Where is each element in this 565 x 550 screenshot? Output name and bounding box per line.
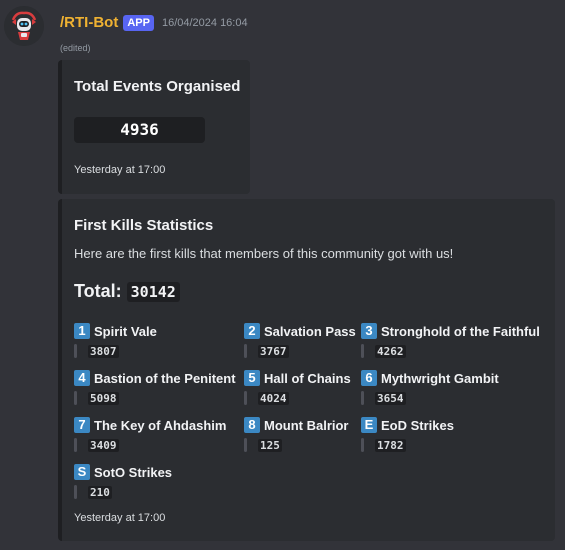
quote-bar [361, 344, 364, 358]
quote-bar [74, 485, 77, 499]
field-mount-balrior: 8 Mount Balrior 125 [244, 416, 349, 452]
bot-avatar[interactable] [4, 6, 44, 46]
field-name: Mount Balrior [264, 417, 349, 433]
keycap-1-icon: 1 [74, 323, 90, 339]
message-header: /RTI-Bot APP 16/04/2024 16:04 [60, 14, 248, 31]
keycap-6-icon: 6 [361, 370, 377, 386]
kills-embed-footer: Yesterday at 17:00 [74, 512, 166, 524]
field-value: 4024 [258, 391, 289, 405]
field-value: 5098 [88, 391, 119, 405]
robot-avatar-icon [4, 6, 44, 46]
events-count-codeblock: 4936 [74, 117, 205, 143]
field-name: SotO Strikes [94, 464, 173, 480]
quote-bar [361, 391, 364, 405]
kills-embed-title: First Kills Statistics [74, 217, 214, 234]
field-value: 3807 [88, 344, 119, 358]
quote-bar [244, 391, 247, 405]
field-name: Bastion of the Penitent [94, 370, 236, 386]
quote-bar [74, 344, 77, 358]
events-embed-footer: Yesterday at 17:00 [74, 164, 166, 176]
quote-bar [74, 391, 77, 405]
keycap-3-icon: 3 [361, 323, 377, 339]
keycap-2-icon: 2 [244, 323, 260, 339]
field-value: 3767 [258, 344, 289, 358]
field-name: Spirit Vale [94, 323, 157, 339]
keycap-5-icon: 5 [244, 370, 260, 386]
regional-e-icon: E [361, 417, 377, 433]
field-value: 3654 [375, 391, 406, 405]
events-embed-title: Total Events Organised [74, 78, 241, 95]
kills-embed-description: Here are the first kills that members of… [74, 246, 454, 261]
quote-bar [244, 344, 247, 358]
total-line: Total: 30142 [74, 281, 180, 302]
field-value: 125 [258, 438, 282, 452]
field-eod-strikes: E EoD Strikes 1782 [361, 416, 454, 452]
field-value: 4262 [375, 344, 406, 358]
keycap-4-icon: 4 [74, 370, 90, 386]
kills-embed: First Kills Statistics Here are the firs… [58, 199, 555, 541]
quote-bar [361, 438, 364, 452]
field-name: Stronghold of the Faithful [381, 323, 540, 339]
regional-s-icon: S [74, 464, 90, 480]
app-badge: APP [123, 14, 154, 31]
field-stronghold-of-the-faithful: 3 Stronghold of the Faithful 4262 [361, 322, 540, 358]
field-soto-strikes: S SotO Strikes 210 [74, 463, 172, 499]
field-spirit-vale: 1 Spirit Vale 3807 [74, 322, 157, 358]
field-name: EoD Strikes [381, 417, 454, 433]
field-name: The Key of Ahdashim [94, 417, 227, 433]
field-value: 1782 [375, 438, 406, 452]
field-salvation-pass: 2 Salvation Pass 3767 [244, 322, 356, 358]
field-name: Mythwright Gambit [381, 370, 499, 386]
message-timestamp[interactable]: 16/04/2024 16:04 [162, 17, 248, 29]
keycap-8-icon: 8 [244, 417, 260, 433]
total-value: 30142 [126, 281, 180, 302]
field-the-key-of-ahdashim: 7 The Key of Ahdashim 3409 [74, 416, 226, 452]
field-value: 210 [88, 485, 112, 499]
username[interactable]: /RTI-Bot [60, 14, 118, 31]
quote-bar [244, 438, 247, 452]
events-embed: Total Events Organised 4936 Yesterday at… [58, 60, 250, 194]
quote-bar [74, 438, 77, 452]
total-label: Total: [74, 281, 122, 301]
field-name: Hall of Chains [264, 370, 351, 386]
field-bastion-of-the-penitent: 4 Bastion of the Penitent 5098 [74, 369, 236, 405]
field-hall-of-chains: 5 Hall of Chains 4024 [244, 369, 351, 405]
field-value: 3409 [88, 438, 119, 452]
edited-label: (edited) [60, 43, 91, 53]
field-mythwright-gambit: 6 Mythwright Gambit 3654 [361, 369, 499, 405]
keycap-7-icon: 7 [74, 417, 90, 433]
field-name: Salvation Pass [264, 323, 356, 339]
